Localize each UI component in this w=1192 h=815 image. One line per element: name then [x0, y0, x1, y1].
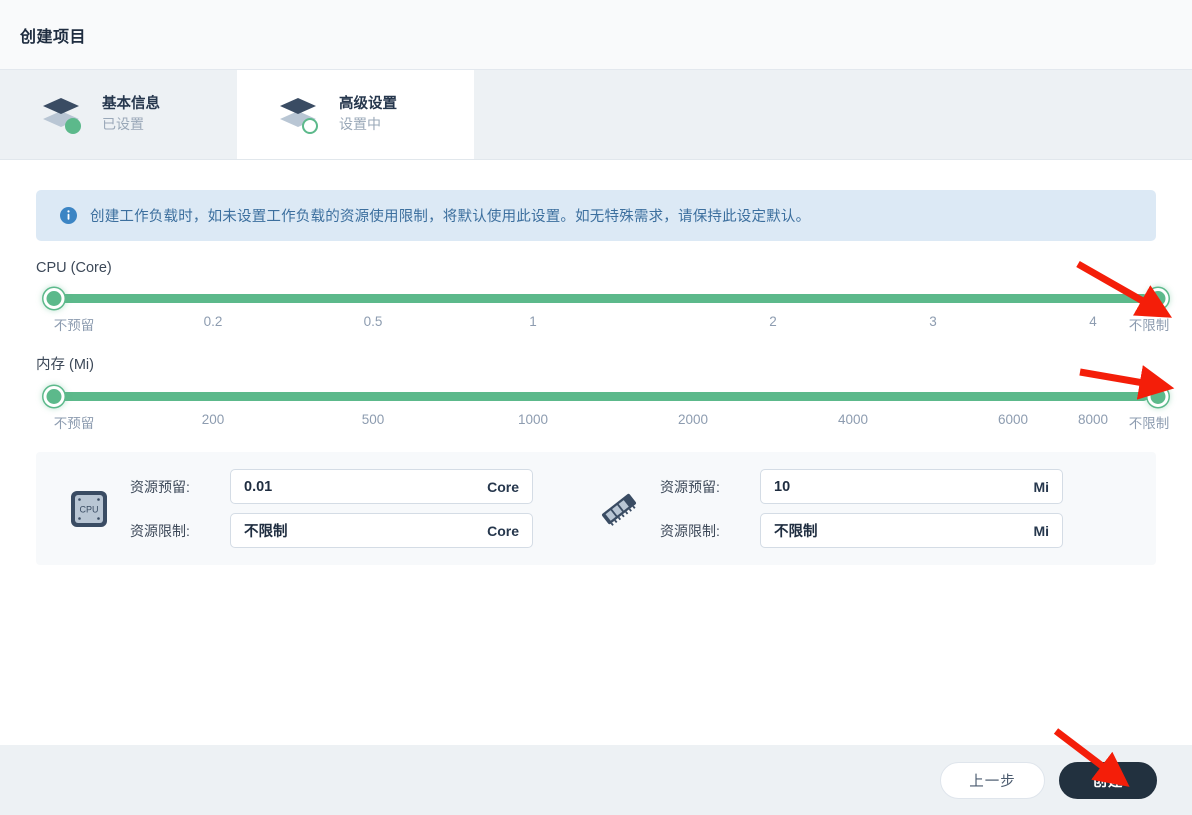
- cpu-slider[interactable]: [36, 288, 1169, 309]
- memory-request-unit: Mi: [1033, 478, 1049, 495]
- memory-tick: 8000: [1077, 412, 1109, 427]
- svg-text:CPU: CPU: [79, 504, 98, 514]
- page-title: 创建项目: [20, 28, 87, 46]
- memory-tick: 1000: [517, 412, 549, 427]
- memory-slider-group: 内存 (Mi) 不预留 200 500 1000 2000 4000 6000 …: [36, 353, 1170, 432]
- memory-limit-label: 资源限制:: [660, 522, 720, 539]
- cpu-slider-handle-low[interactable]: [43, 288, 65, 309]
- memory-slider-ticks: 不预留 200 500 1000 2000 4000 6000 8000 不限制: [36, 412, 1170, 432]
- tab-advanced-settings-label: 高级设置: [339, 95, 397, 112]
- cpu-request-unit: Core: [487, 478, 519, 495]
- layers-current-icon: [273, 89, 325, 141]
- step-tabs-filler: [474, 70, 1192, 159]
- memory-slider-fill: [44, 392, 1148, 401]
- info-banner-text: 创建工作负载时，如未设置工作负载的资源使用限制，将默认使用此设置。如无特殊需求，…: [90, 209, 811, 225]
- memory-slider-label: 内存 (Mi): [36, 357, 94, 373]
- memory-limit-unit: Mi: [1033, 522, 1049, 539]
- cpu-tick: 不预留: [53, 318, 95, 333]
- dialog-footer: 上一步 创建: [0, 745, 1192, 815]
- memory-slider[interactable]: [36, 386, 1169, 407]
- cpu-resource-rows: 资源预留: Core 资源限制: Core: [130, 469, 533, 548]
- memory-limit-row: 资源限制: Mi: [660, 513, 1063, 548]
- cpu-tick: 不限制: [1128, 318, 1170, 333]
- tab-basic-info[interactable]: 基本信息 已设置: [0, 70, 237, 159]
- tab-advanced-settings[interactable]: 高级设置 设置中: [237, 70, 474, 159]
- layers-done-icon: [36, 89, 88, 141]
- memory-tick: 不限制: [1128, 416, 1170, 431]
- memory-limit-field[interactable]: Mi: [760, 513, 1063, 548]
- memory-tick: 200: [201, 412, 225, 427]
- cpu-limit-row: 资源限制: Core: [130, 513, 533, 548]
- cpu-request-input[interactable]: [244, 478, 488, 495]
- dialog-body: 创建工作负载时，如未设置工作负载的资源使用限制，将默认使用此设置。如无特殊需求，…: [0, 160, 1192, 744]
- step-tabs: 基本信息 已设置 高级设置 设置中: [0, 70, 1192, 160]
- create-button[interactable]: 创建: [1059, 761, 1157, 799]
- cpu-request-field[interactable]: Core: [230, 469, 533, 504]
- memory-slider-handle-low[interactable]: [43, 386, 65, 407]
- cpu-tick: 1: [529, 314, 537, 329]
- memory-tick: 6000: [997, 412, 1029, 427]
- previous-step-button[interactable]: 上一步: [940, 761, 1045, 799]
- tab-basic-info-status: 已设置: [102, 116, 144, 133]
- cpu-tick: 2: [769, 314, 777, 329]
- memory-request-label: 资源预留:: [660, 478, 720, 495]
- cpu-slider-fill: [44, 294, 1148, 303]
- cpu-resource-column: CPU 资源预留: Core 资源限制:: [66, 469, 596, 548]
- cpu-tick: 3: [929, 314, 937, 329]
- info-banner: 创建工作负载时，如未设置工作负载的资源使用限制，将默认使用此设置。如无特殊需求，…: [36, 190, 1156, 241]
- create-project-dialog: 创建项目 基本信息 已设置 高级设置 设置中 创建工作负载时，如未设置工作负载的…: [0, 0, 1192, 815]
- cpu-slider-group: CPU (Core) 不预留 0.2 0.5 1 2 3 4 不限制: [36, 260, 1170, 334]
- tab-basic-info-label: 基本信息: [102, 95, 160, 112]
- memory-limit-input[interactable]: [774, 522, 1034, 539]
- tab-advanced-settings-status: 设置中: [339, 116, 381, 133]
- memory-tick: 4000: [837, 412, 869, 427]
- cpu-request-row: 资源预留: Core: [130, 469, 533, 504]
- cpu-tick: 0.2: [203, 314, 223, 329]
- cpu-chip-icon: CPU: [66, 486, 112, 532]
- memory-resource-rows: 资源预留: Mi 资源限制: Mi: [660, 469, 1063, 548]
- memory-request-field[interactable]: Mi: [760, 469, 1063, 504]
- memory-stick-icon: [596, 486, 642, 532]
- cpu-request-label: 资源预留:: [130, 478, 190, 495]
- memory-slider-handle-high[interactable]: [1147, 386, 1169, 407]
- memory-tick: 500: [361, 412, 385, 427]
- memory-request-input[interactable]: [774, 478, 1034, 495]
- info-icon: [60, 207, 77, 224]
- cpu-tick: 0.5: [363, 314, 383, 329]
- memory-tick: 2000: [677, 412, 709, 427]
- cpu-slider-ticks: 不预留 0.2 0.5 1 2 3 4 不限制: [36, 314, 1170, 334]
- memory-resource-column: 资源预留: Mi 资源限制: Mi: [596, 469, 1126, 548]
- cpu-limit-field[interactable]: Core: [230, 513, 533, 548]
- cpu-slider-label: CPU (Core): [36, 260, 112, 276]
- cpu-slider-handle-high[interactable]: [1147, 288, 1169, 309]
- cpu-limit-label: 资源限制:: [130, 522, 190, 539]
- resource-panel: CPU 资源预留: Core 资源限制:: [36, 452, 1156, 565]
- cpu-limit-unit: Core: [487, 522, 519, 539]
- cpu-tick: 4: [1089, 314, 1097, 329]
- memory-request-row: 资源预留: Mi: [660, 469, 1063, 504]
- dialog-header: 创建项目: [0, 0, 1192, 70]
- cpu-limit-input[interactable]: [244, 522, 488, 539]
- memory-tick: 不预留: [53, 416, 95, 431]
